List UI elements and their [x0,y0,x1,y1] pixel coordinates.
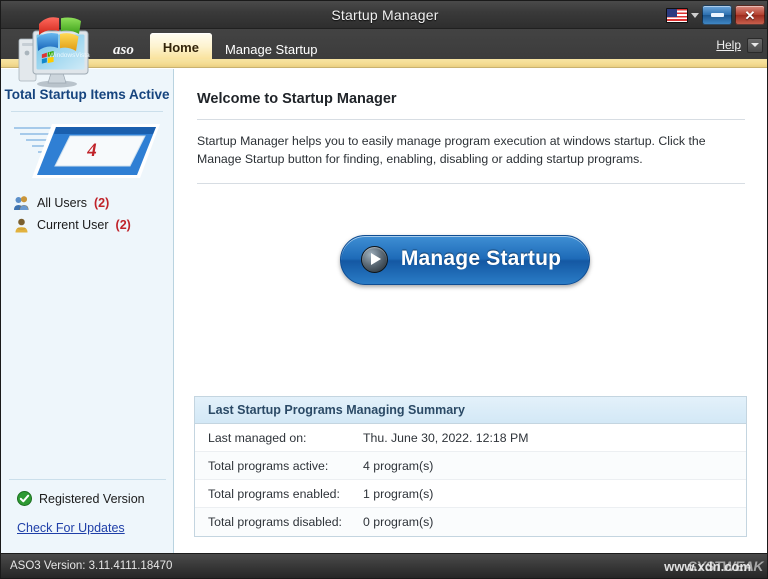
tab-strip: aso Home Manage Startup [97,29,330,59]
help-zone: Help [716,33,763,57]
table-row: Total programs disabled: 0 program(s) [195,508,746,536]
sidebar-item-label: Current User [37,218,109,232]
help-dropdown-button[interactable] [747,38,763,53]
startup-manager-window: Startup Manager ✕ aso Home Manage Startu… [0,0,768,579]
active-items-count: 4 [12,120,162,182]
check-for-updates-link[interactable]: Check For Updates [17,521,125,535]
registered-version-status: Registered Version [1,480,174,506]
summary-key: Total programs enabled: [195,487,363,501]
title-bar: Startup Manager ✕ [1,1,768,29]
manage-startup-button[interactable]: Manage Startup [340,235,590,285]
language-selector[interactable] [666,8,699,23]
sidebar-item-all-users[interactable]: All Users (2) [13,192,173,214]
table-row: Last managed on: Thu. June 30, 2022. 12:… [195,424,746,452]
svg-text:WindowsVista: WindowsVista [49,52,90,59]
play-circle-icon [361,246,388,273]
sidebar-divider [11,111,163,112]
summary-key: Last managed on: [195,431,363,445]
table-row: Total programs active: 4 program(s) [195,452,746,480]
summary-key: Total programs active: [195,459,363,473]
summary-panel: Last Startup Programs Managing Summary L… [194,396,747,537]
title-divider [197,119,745,120]
page-title: Welcome to Startup Manager [197,91,768,107]
status-bar: ASO3 Version: 3.11.4111.18470 SYSTWEAK w… [1,553,768,578]
version-text: ASO3 Version: 3.11.4111.18470 [10,554,172,579]
windows-vista-logo: WindowsVista [5,9,101,89]
us-flag-icon [666,8,688,23]
minimize-button[interactable] [702,5,732,25]
sidebar-footer: Registered Version Check For Updates [1,479,174,553]
summary-value: 0 program(s) [363,515,746,529]
sidebar-title: Total Startup Items Active [1,87,173,102]
summary-value: 4 program(s) [363,459,746,473]
active-items-badge: 4 [12,120,162,182]
registered-version-label: Registered Version [39,492,145,506]
sidebar-item-current-user[interactable]: Current User (2) [13,214,173,236]
current-user-count: (2) [116,218,131,232]
main-content: Welcome to Startup Manager Startup Manag… [175,69,768,553]
all-users-count: (2) [94,196,109,210]
manage-startup-button-label: Manage Startup [401,247,561,271]
manage-startup-button-wrap: Manage Startup [175,235,768,285]
page-description: Startup Manager helps you to easily mana… [197,133,745,169]
window-title: Startup Manager [1,1,768,29]
chevron-down-icon [751,43,759,47]
user-summary-list: All Users (2) Current User (2) [13,192,173,236]
close-button[interactable]: ✕ [735,5,765,25]
close-icon: ✕ [745,9,756,22]
nav-bar: aso Home Manage Startup Help [1,29,768,59]
sidebar: Total Startup Items Active [1,69,174,553]
green-check-icon [17,491,32,506]
check-updates-row: Check For Updates [1,506,174,553]
summary-panel-header: Last Startup Programs Managing Summary [195,397,746,424]
table-row: Total programs enabled: 1 program(s) [195,480,746,508]
summary-value: Thu. June 30, 2022. 12:18 PM [363,431,746,445]
window-controls: ✕ [666,4,765,26]
minimize-icon [711,13,724,17]
help-link[interactable]: Help [716,38,741,52]
summary-value: 1 program(s) [363,487,746,501]
accent-strip [1,59,768,68]
description-divider [197,183,745,184]
all-users-icon [13,195,30,212]
current-user-icon [13,217,30,234]
sidebar-item-label: All Users [37,196,87,210]
chevron-down-icon [691,13,699,18]
site-watermark: www.xdn.com [664,559,751,574]
summary-key: Total programs disabled: [195,515,363,529]
